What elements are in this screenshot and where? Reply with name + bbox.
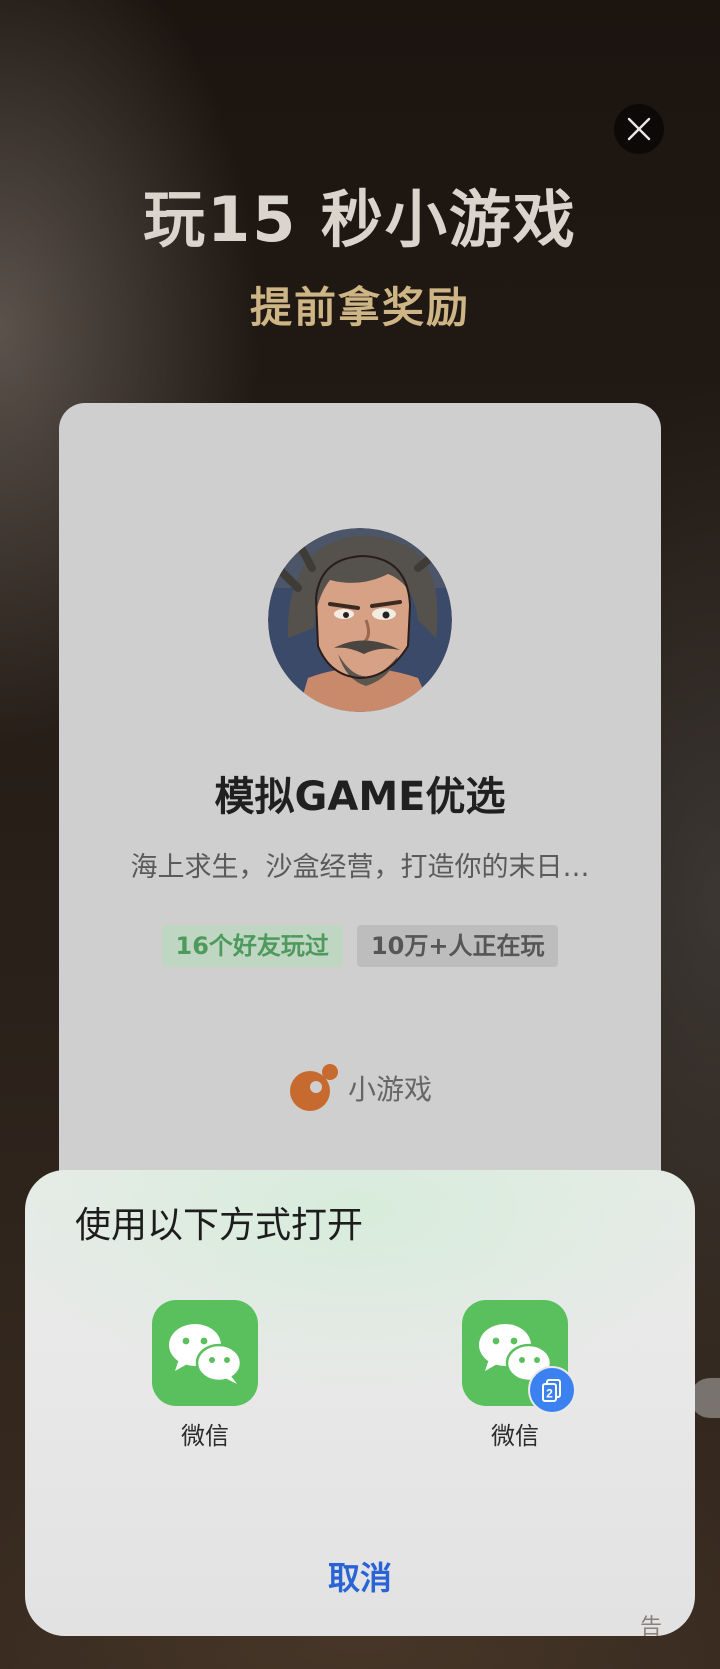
mini-game-brand: 小游戏 (59, 1063, 661, 1113)
open-option-label: 微信 (181, 1422, 229, 1450)
game-avatar (268, 528, 452, 712)
mini-game-label: 小游戏 (347, 1073, 432, 1106)
app-clone-badge-icon: 2 (528, 1366, 576, 1414)
promo-subheadline: 提前拿奖励 (249, 283, 470, 332)
open-with-sheet: 使用以下方式打开 微信 2 微信 取消 (25, 1170, 695, 1636)
close-icon (627, 117, 651, 141)
game-card[interactable]: 模拟GAME优选 海上求生，沙盒经营，打造你的末日… 16个好友玩过 10万+人… (59, 403, 661, 1223)
friends-played-tag: 16个好友玩过 (161, 925, 343, 967)
close-button[interactable] (614, 104, 664, 154)
open-option-label: 微信 (491, 1422, 539, 1450)
cancel-button[interactable]: 取消 (260, 1550, 460, 1606)
open-option-wechat-clone[interactable]: 2 微信 (462, 1300, 576, 1452)
game-description: 海上求生，沙盒经营，打造你的末日… (130, 852, 590, 883)
ad-corner-label: 告 (640, 1615, 663, 1640)
wechat-icon (169, 1324, 243, 1384)
wechat-app-icon[interactable] (152, 1300, 258, 1406)
app-clone-badge-number: 2 (546, 1387, 553, 1401)
sheet-title: 使用以下方式打开 (75, 1205, 364, 1246)
wechat-clone-app-icon[interactable]: 2 (462, 1300, 576, 1414)
game-tags: 16个好友玩过 10万+人正在玩 (59, 925, 661, 967)
promo-headline: 玩15 秒小游戏 (143, 183, 577, 256)
mini-game-logo-icon (289, 1064, 338, 1111)
game-name: 模拟GAME优选 (214, 774, 506, 820)
players-count-tag: 10万+人正在玩 (356, 925, 559, 967)
open-option-wechat[interactable]: 微信 (152, 1300, 258, 1452)
